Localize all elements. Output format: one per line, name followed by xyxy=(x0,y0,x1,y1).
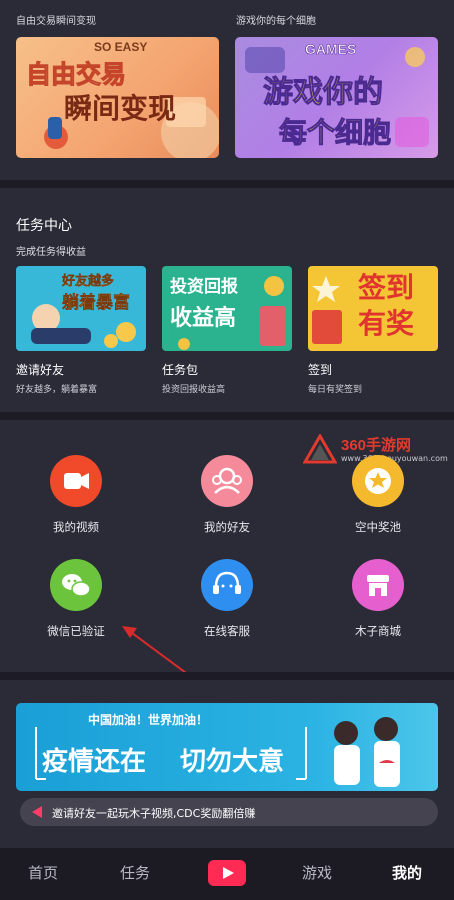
task-pack-line1: 投资回报 xyxy=(170,277,238,297)
grid-label: 微信已验证 xyxy=(47,624,105,638)
shop-icon xyxy=(352,559,404,611)
game-banner[interactable]: GAMES 游戏你的 每个细胞 xyxy=(235,37,438,158)
nav-play-button[interactable] xyxy=(208,860,246,886)
invite-card-line1: 好友越多 xyxy=(62,274,115,289)
watermark-brand: 360手游网 xyxy=(341,437,412,454)
grid-item-my-videos[interactable]: 我的视频 xyxy=(16,455,136,535)
task-pack-line2: 收益高 xyxy=(170,306,237,331)
sign-in-title[interactable]: 签到 xyxy=(308,361,332,378)
grid-label: 木子商城 xyxy=(355,624,401,638)
section-divider xyxy=(0,180,454,188)
grid-label: 在线客服 xyxy=(204,624,250,638)
nav-mine[interactable]: 我的 xyxy=(392,862,422,883)
invite-title[interactable]: 邀请好友 xyxy=(16,361,64,378)
nav-task[interactable]: 任务 xyxy=(120,862,150,883)
marquee-bar[interactable]: 邀请好友一起玩木子视频,CDC奖励翻倍赚 xyxy=(20,798,438,826)
sign-in-card[interactable]: 签到 有奖 xyxy=(308,266,438,351)
speaker-icon xyxy=(32,806,42,818)
grid-item-customer-service[interactable]: 在线客服 xyxy=(167,559,287,639)
grid-item-my-friends[interactable]: 我的好友 xyxy=(167,455,287,535)
nav-game[interactable]: 游戏 xyxy=(302,862,332,883)
game-banner-line1: 游戏你的 xyxy=(263,76,384,110)
nav-home[interactable]: 首页 xyxy=(28,862,58,883)
grid-label: 我的视频 xyxy=(53,520,99,534)
sign-in-line2: 有奖 xyxy=(358,307,415,340)
trade-banner-tag: SO EASY xyxy=(94,40,148,54)
game-banner-line2: 每个细胞 xyxy=(278,117,392,149)
ad-banner-line1: 疫情还在 xyxy=(42,747,147,777)
task-center-title: 任务中心 xyxy=(16,218,72,234)
section-divider xyxy=(0,672,454,680)
task-pack-subtitle: 投资回报收益高 xyxy=(162,385,226,395)
ad-banner-top: 中国加油！世界加油！ xyxy=(88,713,209,727)
trade-banner-line1: 自由交易 xyxy=(25,61,127,90)
task-pack-card[interactable]: 投资回报 收益高 xyxy=(162,266,292,351)
play-icon xyxy=(223,867,234,879)
trade-banner[interactable]: SO EASY 自由交易 瞬间变现 xyxy=(16,37,219,158)
game-banner-tag: GAMES xyxy=(305,41,357,58)
grid-item-shop[interactable]: 木子商城 xyxy=(318,559,438,639)
task-center-subtitle: 完成任务得收益 xyxy=(16,247,86,258)
prize-star-icon xyxy=(352,455,404,507)
sign-in-line1: 签到 xyxy=(358,271,415,304)
grid-label: 空中奖池 xyxy=(355,520,401,534)
customer-service-icon xyxy=(201,559,253,611)
bottom-nav: 首页 任务 游戏 我的 xyxy=(0,848,454,900)
top-banner-section: 自由交易瞬间变现 游戏你的每个细胞 SO EASY 自由交易 瞬间变现 GAME… xyxy=(0,0,454,180)
friends-icon xyxy=(201,455,253,507)
grid-label: 我的好友 xyxy=(204,520,250,534)
wechat-icon xyxy=(50,559,102,611)
marquee-text: 邀请好友一起玩木子视频,CDC奖励翻倍赚 xyxy=(52,807,256,820)
grid-item-wechat-verified[interactable]: 微信已验证 xyxy=(16,559,136,639)
ad-banner[interactable]: 中国加油！世界加油！ 疫情还在 切勿大意 xyxy=(16,703,438,791)
section-divider xyxy=(0,412,454,420)
video-camera-icon xyxy=(50,455,102,507)
left-banner-caption: 自由交易瞬间变现 xyxy=(16,16,96,27)
task-pack-title[interactable]: 任务包 xyxy=(162,361,198,378)
ad-banner-line2: 切勿大意 xyxy=(180,747,285,777)
trade-banner-line2: 瞬间变现 xyxy=(64,93,177,124)
invite-card-line2: 躺着暴富 xyxy=(62,293,130,313)
right-banner-caption: 游戏你的每个细胞 xyxy=(236,16,316,27)
grid-item-prize-pool[interactable]: 空中奖池 xyxy=(318,455,438,535)
sign-in-subtitle: 每日有奖签到 xyxy=(308,385,363,395)
invite-friends-card[interactable]: 好友越多 躺着暴富 xyxy=(16,266,146,351)
invite-subtitle: 好友越多，躺着暴富 xyxy=(16,385,98,395)
